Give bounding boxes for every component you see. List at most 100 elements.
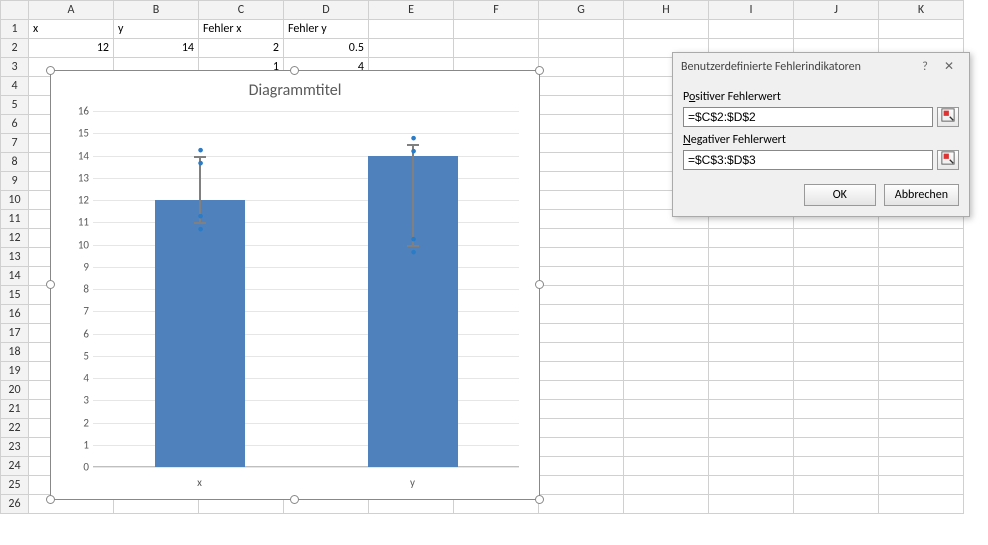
row-header[interactable]: 25 [1, 476, 29, 495]
cell[interactable] [539, 286, 624, 305]
cell[interactable] [794, 324, 879, 343]
cell[interactable] [539, 343, 624, 362]
cell[interactable] [879, 305, 964, 324]
cell[interactable] [794, 248, 879, 267]
cell[interactable] [539, 134, 624, 153]
col-header-G[interactable]: G [539, 1, 624, 20]
cell[interactable] [539, 191, 624, 210]
cell[interactable] [879, 476, 964, 495]
cell[interactable] [624, 495, 709, 514]
cell[interactable] [624, 286, 709, 305]
cell[interactable] [539, 419, 624, 438]
cell[interactable] [539, 267, 624, 286]
cell[interactable] [624, 267, 709, 286]
cell[interactable] [624, 381, 709, 400]
col-header-J[interactable]: J [794, 1, 879, 20]
plot-area[interactable]: 012345678910111213141516● ●● ●x● ●● ●y [93, 111, 519, 467]
cell[interactable] [624, 457, 709, 476]
col-header-B[interactable]: B [114, 1, 199, 20]
cell[interactable] [794, 362, 879, 381]
cell[interactable] [794, 20, 879, 39]
row-header[interactable]: 5 [1, 96, 29, 115]
cell-C1[interactable]: Fehler x [199, 20, 284, 39]
cell[interactable] [369, 20, 454, 39]
cell[interactable] [879, 324, 964, 343]
row-header[interactable]: 6 [1, 115, 29, 134]
cell[interactable] [879, 400, 964, 419]
cell[interactable] [879, 286, 964, 305]
cell[interactable] [539, 457, 624, 476]
chart-title[interactable]: Diagrammtitel [51, 81, 539, 105]
cell[interactable] [794, 229, 879, 248]
cell[interactable] [879, 20, 964, 39]
resize-handle[interactable] [46, 495, 55, 504]
cell[interactable] [879, 438, 964, 457]
cell[interactable] [539, 172, 624, 191]
cell[interactable] [879, 267, 964, 286]
row-header[interactable]: 17 [1, 324, 29, 343]
cell[interactable] [879, 343, 964, 362]
cell[interactable] [709, 229, 794, 248]
cell[interactable] [539, 39, 624, 58]
cell[interactable] [624, 305, 709, 324]
cell[interactable] [624, 362, 709, 381]
cell[interactable] [794, 476, 879, 495]
row-header[interactable]: 24 [1, 457, 29, 476]
row-header[interactable]: 13 [1, 248, 29, 267]
cell-D2[interactable]: 0.5 [284, 39, 369, 58]
row-header[interactable]: 8 [1, 153, 29, 172]
row-header[interactable]: 2 [1, 39, 29, 58]
cell-C2[interactable]: 2 [199, 39, 284, 58]
row-header[interactable]: 12 [1, 229, 29, 248]
positive-error-input[interactable] [683, 107, 933, 127]
help-button[interactable]: ? [913, 60, 937, 74]
cell[interactable] [879, 229, 964, 248]
range-picker-button[interactable] [937, 107, 959, 127]
row-header[interactable]: 3 [1, 58, 29, 77]
cell[interactable] [794, 381, 879, 400]
cell[interactable] [709, 400, 794, 419]
col-header-D[interactable]: D [284, 1, 369, 20]
cell[interactable] [539, 438, 624, 457]
row-header[interactable]: 19 [1, 362, 29, 381]
cell[interactable] [624, 419, 709, 438]
cell-A2[interactable]: 12 [29, 39, 114, 58]
cell[interactable] [539, 58, 624, 77]
cell[interactable] [879, 495, 964, 514]
close-button[interactable]: ✕ [937, 59, 961, 74]
cell[interactable] [624, 400, 709, 419]
row-header[interactable]: 23 [1, 438, 29, 457]
row-header[interactable]: 10 [1, 191, 29, 210]
dialog-titlebar[interactable]: Benutzerdefinierte Fehlerindikatoren ? ✕ [673, 53, 969, 80]
cell[interactable] [369, 39, 454, 58]
cell[interactable] [539, 229, 624, 248]
cell[interactable] [794, 457, 879, 476]
bar-series[interactable] [155, 200, 245, 467]
cell[interactable] [794, 343, 879, 362]
cell[interactable] [794, 267, 879, 286]
cell[interactable] [539, 324, 624, 343]
cell[interactable] [539, 20, 624, 39]
cell[interactable] [539, 77, 624, 96]
row-header[interactable]: 11 [1, 210, 29, 229]
resize-handle[interactable] [535, 495, 544, 504]
select-all-cell[interactable] [1, 1, 29, 20]
range-picker-button[interactable] [937, 150, 959, 170]
cell[interactable] [709, 362, 794, 381]
row-header[interactable]: 26 [1, 495, 29, 514]
cell[interactable] [709, 20, 794, 39]
cell[interactable] [539, 248, 624, 267]
row-header[interactable]: 20 [1, 381, 29, 400]
embedded-chart[interactable]: Diagrammtitel 012345678910111213141516● … [50, 70, 540, 500]
cell[interactable] [709, 419, 794, 438]
row-header[interactable]: 22 [1, 419, 29, 438]
cell[interactable] [794, 419, 879, 438]
row-header[interactable]: 1 [1, 20, 29, 39]
cell[interactable] [709, 286, 794, 305]
cell[interactable] [709, 457, 794, 476]
cell[interactable] [624, 438, 709, 457]
cell[interactable] [794, 400, 879, 419]
cell[interactable] [624, 248, 709, 267]
cell[interactable] [539, 362, 624, 381]
cell[interactable] [454, 20, 539, 39]
